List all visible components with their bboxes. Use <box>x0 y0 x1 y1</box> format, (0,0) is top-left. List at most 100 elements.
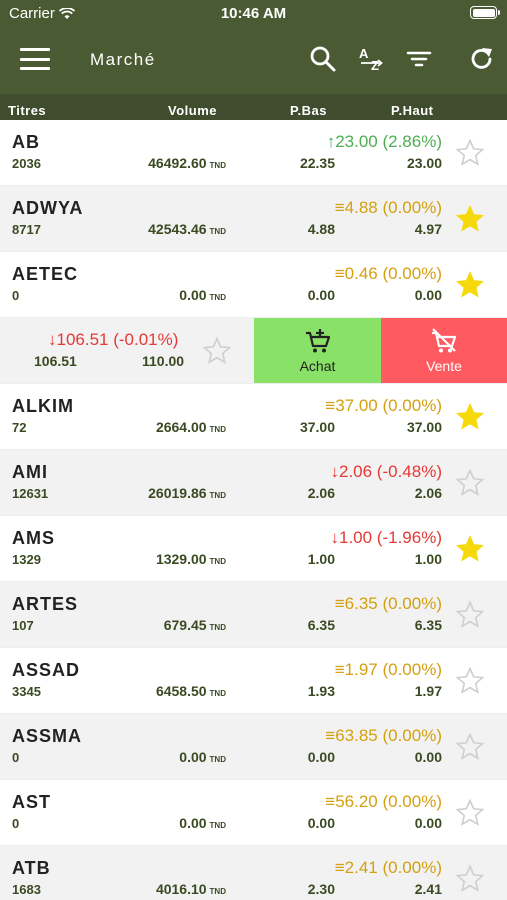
favorite-star-icon[interactable] <box>455 666 485 696</box>
price-change: ↓2.06 (-0.48%) <box>331 462 443 482</box>
favorite-star-icon[interactable] <box>455 468 485 498</box>
stock-row[interactable]: ARTES 107 679.45 TND ≡6.35 (0.00%) 6.35 6… <box>0 582 507 648</box>
refresh-icon[interactable] <box>467 44 497 74</box>
stock-row[interactable]: ASSMA 0 0.00 TND ≡63.85 (0.00%) 0.00 0.00 <box>0 714 507 780</box>
price-low: 0.00 <box>307 287 335 303</box>
price-change: ↓1.00 (-1.96%) <box>331 528 443 548</box>
trend-flat-icon: ≡ <box>334 198 345 217</box>
price-low: 1.00 <box>307 551 335 567</box>
trend-flat-icon: ≡ <box>334 660 345 679</box>
favorite-star-icon[interactable] <box>455 600 485 630</box>
column-pbas[interactable]: P.Bas <box>290 103 327 118</box>
stock-row[interactable]: AETEC 0 0.00 TND ≡0.46 (0.00%) 0.00 0.00 <box>0 252 507 318</box>
stock-row-swiped[interactable]: ↓106.51 (-0.01%) 106.51 110.00 Achat Ven… <box>0 318 507 384</box>
price-high: 1.00 <box>414 551 442 567</box>
stock-quantity: 0 <box>12 750 20 765</box>
price-low: 2.30 <box>307 881 335 897</box>
change-value: 4.88 (0.00%) <box>344 198 442 217</box>
stock-row[interactable]: AST 0 0.00 TND ≡56.20 (0.00%) 0.00 0.00 <box>0 780 507 846</box>
trend-flat-icon: ≡ <box>325 792 336 811</box>
currency-unit: TND <box>209 425 226 434</box>
favorite-star-icon[interactable] <box>455 270 485 300</box>
trend-flat-icon: ≡ <box>325 396 336 415</box>
change-value: 23.00 (2.86%) <box>335 132 442 151</box>
stock-volume: 4016.10 TND <box>156 881 226 897</box>
stock-quantity: 107 <box>12 618 34 633</box>
currency-unit: TND <box>209 293 226 302</box>
favorite-star-icon[interactable] <box>202 336 232 366</box>
stock-row[interactable]: AB 2036 46492.60 TND ↑23.00 (2.86%) 22.35… <box>0 120 507 186</box>
volume-value: 6458.50 <box>155 683 207 699</box>
stock-row[interactable]: AMI 12631 26019.86 TND ↓2.06 (-0.48%) 2.0… <box>0 450 507 516</box>
achat-label: Achat <box>299 358 336 374</box>
currency-unit: TND <box>209 557 226 566</box>
price-low: 22.35 <box>299 155 335 171</box>
vente-button[interactable]: Vente <box>381 318 507 383</box>
price-change: ↓106.51 (-0.01%) <box>48 330 178 350</box>
stock-row[interactable]: ATB 1683 4016.10 TND ≡2.41 (0.00%) 2.30 2… <box>0 846 507 900</box>
favorite-star-icon[interactable] <box>455 402 485 432</box>
price-change: ≡0.46 (0.00%) <box>335 264 442 284</box>
column-header: Titres Volume P.Bas P.Haut <box>0 94 507 120</box>
volume-value: 42543.46 <box>148 221 207 237</box>
favorite-star-icon[interactable] <box>455 732 485 762</box>
stock-name: AMI <box>12 462 48 482</box>
menu-icon[interactable] <box>20 48 50 70</box>
price-change: ≡37.00 (0.00%) <box>325 396 442 416</box>
price-low: 4.88 <box>307 221 335 237</box>
column-volume[interactable]: Volume <box>168 103 217 118</box>
stock-volume: 26019.86 TND <box>148 485 226 501</box>
stock-row[interactable]: ALKIM 72 2664.00 TND ≡37.00 (0.00%) 37.00… <box>0 384 507 450</box>
price-low: 0.00 <box>307 815 335 831</box>
stock-volume: 46492.60 TND <box>148 155 226 171</box>
achat-button[interactable]: Achat <box>254 318 381 383</box>
page-title: Marché <box>90 50 156 69</box>
volume-value: 0.00 <box>179 815 207 831</box>
stock-quantity: 1683 <box>12 882 41 897</box>
clock: 10:46 AM <box>220 5 287 22</box>
stock-quantity: 0 <box>12 288 20 303</box>
change-value: 0.46 (0.00%) <box>344 264 442 283</box>
stock-volume: 0.00 TND <box>179 815 226 831</box>
change-value: 6.35 (0.00%) <box>344 594 442 613</box>
trend-down-icon: ↓ <box>330 528 340 547</box>
price-low: 6.35 <box>307 617 335 633</box>
favorite-star-icon[interactable] <box>455 864 485 894</box>
column-phaut[interactable]: P.Haut <box>391 103 434 118</box>
stock-list: AB 2036 46492.60 TND ↑23.00 (2.86%) 22.35… <box>0 120 507 900</box>
price-high: 0.00 <box>414 287 442 303</box>
favorite-star-icon[interactable] <box>455 204 485 234</box>
stock-quantity: 0 <box>12 816 20 831</box>
stock-row[interactable]: ADWYA 8717 42543.46 TND ≡4.88 (0.00%) 4.8… <box>0 186 507 252</box>
price-high: 4.97 <box>414 221 442 237</box>
price-change: ≡56.20 (0.00%) <box>325 792 442 812</box>
stock-volume: 0.00 TND <box>179 749 226 765</box>
trend-flat-icon: ≡ <box>334 594 345 613</box>
column-titres[interactable]: Titres <box>8 103 46 118</box>
favorite-star-icon[interactable] <box>455 534 485 564</box>
stock-volume: 679.45 TND <box>164 617 226 633</box>
filter-icon[interactable] <box>405 44 435 74</box>
stock-row[interactable]: ASSAD 3345 6458.50 TND ≡1.97 (0.00%) 1.93… <box>0 648 507 714</box>
change-value: 56.20 (0.00%) <box>335 792 442 811</box>
volume-value: 1329.00 <box>155 551 207 567</box>
price-high: 2.06 <box>414 485 442 501</box>
stock-name: ADWYA <box>12 198 84 218</box>
price-change: ≡4.88 (0.00%) <box>335 198 442 218</box>
status-bar: Carrier 10:46 AM <box>0 0 507 28</box>
favorite-star-icon[interactable] <box>455 798 485 828</box>
stock-quantity: 8717 <box>12 222 41 237</box>
volume-value: 0.00 <box>179 749 207 765</box>
stock-row[interactable]: AMS 1329 1329.00 TND ↓1.00 (-1.96%) 1.00 … <box>0 516 507 582</box>
cart-add-icon <box>305 329 330 353</box>
price-high: 6.35 <box>414 617 442 633</box>
volume-value: 4016.10 <box>155 881 207 897</box>
search-icon[interactable] <box>308 44 338 74</box>
stock-name: AB <box>12 132 40 152</box>
change-value: 1.00 (-1.96%) <box>339 528 442 547</box>
sort-az-icon[interactable]: A Z <box>357 44 387 74</box>
stock-volume: 1329.00 TND <box>156 551 226 567</box>
currency-unit: TND <box>209 821 226 830</box>
swiped-row-content[interactable]: ↓106.51 (-0.01%) 106.51 110.00 <box>0 318 254 383</box>
favorite-star-icon[interactable] <box>455 138 485 168</box>
